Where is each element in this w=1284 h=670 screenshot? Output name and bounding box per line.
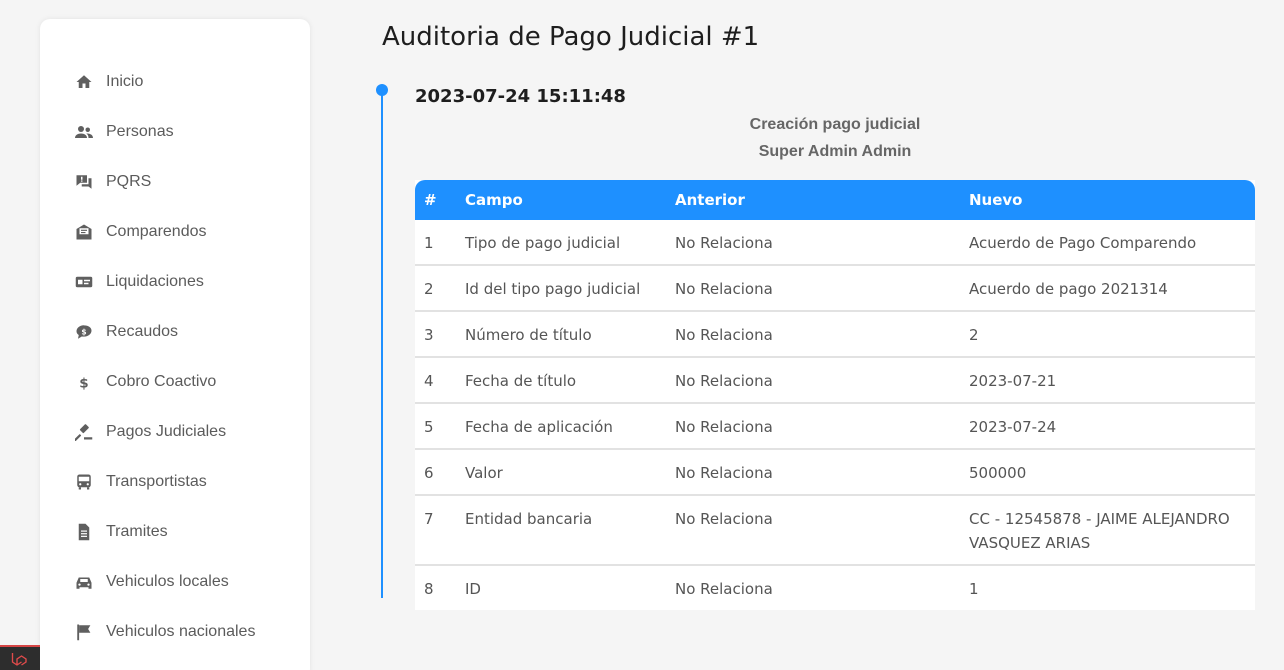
table-row: 8 ID No Relaciona 1	[415, 564, 1255, 610]
question-chat-icon	[74, 172, 94, 192]
users-icon	[74, 122, 94, 142]
sidebar-item-label: Inicio	[106, 73, 144, 90]
column-header-campo: Campo	[465, 191, 523, 209]
sidebar-item-label: Tramites	[106, 523, 168, 540]
file-icon	[74, 522, 94, 542]
cell-nuevo: Acuerdo de Pago Comparendo	[969, 234, 1197, 252]
sidebar-item-inicio[interactable]: Inicio	[74, 67, 143, 97]
flag-icon	[74, 622, 94, 642]
sidebar-item-label: Pagos Judiciales	[106, 423, 227, 440]
sidebar-item-label: Liquidaciones	[106, 273, 204, 290]
cell-campo: Id del tipo pago judicial	[456, 264, 666, 311]
sidebar-item-label: Vehiculos locales	[106, 573, 229, 590]
cell-campo: ID	[456, 564, 666, 610]
timeline-dot	[376, 84, 388, 96]
table-row: 2 Id del tipo pago judicial No Relaciona…	[415, 264, 1255, 311]
sidebar-item-label: Cobro Coactivo	[106, 373, 217, 390]
cell-anterior: No Relaciona	[666, 494, 960, 565]
cell-campo: Tipo de pago judicial	[465, 234, 621, 252]
cell-number: 7	[415, 494, 456, 565]
cell-campo: Fecha de aplicación	[456, 402, 666, 449]
cell-campo: Fecha de título	[456, 356, 666, 403]
cell-nuevo: 2023-07-24	[960, 402, 1255, 449]
bus-icon	[74, 472, 94, 492]
cell-number: 1	[424, 234, 434, 252]
cell-nuevo: Acuerdo de pago 2021314	[960, 264, 1255, 311]
cell-nuevo: 2	[960, 310, 1255, 357]
entry-datetime: 2023-07-24 15:11:48	[415, 86, 626, 107]
car-icon	[74, 572, 94, 592]
table-row: 7 Entidad bancaria No Relaciona CC - 125…	[415, 494, 1255, 565]
sidebar-item-label: Personas	[106, 123, 174, 140]
table-row: 3 Número de título No Relaciona 2	[415, 310, 1255, 357]
cell-campo: Número de título	[456, 310, 666, 357]
sidebar-item-vehiculos-locales[interactable]: Vehiculos locales	[74, 567, 229, 597]
envelope-open-icon	[74, 222, 94, 242]
sidebar-item-cobro-coactivo[interactable]: $ Cobro Coactivo	[74, 367, 216, 397]
sidebar-item-liquidaciones[interactable]: Liquidaciones	[74, 267, 204, 297]
comment-dollar-icon: $	[74, 322, 94, 342]
cell-campo: Valor	[456, 448, 666, 495]
table-row: 4 Fecha de título No Relaciona 2023-07-2…	[415, 356, 1255, 403]
sidebar-item-label: Comparendos	[106, 223, 207, 240]
audit-table: # Campo Anterior Nuevo 1 Tipo de pago ju…	[415, 180, 1255, 610]
table-row: 1 Tipo de pago judicial No Relaciona Acu…	[415, 220, 1255, 265]
sidebar-item-label: Transportistas	[106, 473, 207, 490]
cell-anterior: No Relaciona	[666, 448, 960, 495]
money-bill-icon	[74, 272, 94, 292]
cell-number: 8	[415, 564, 456, 610]
sidebar-item-pqrs[interactable]: PQRS	[74, 167, 151, 197]
cell-number: 5	[415, 402, 456, 449]
home-icon	[74, 72, 94, 92]
sidebar: Inicio Personas PQRS Comparendos Liquida…	[40, 19, 310, 670]
cell-anterior: No Relaciona	[666, 264, 960, 311]
cell-anterior: No Relaciona	[675, 234, 773, 252]
cell-number: 3	[415, 310, 456, 357]
sidebar-item-personas[interactable]: Personas	[74, 117, 174, 147]
cell-number: 6	[415, 448, 456, 495]
sidebar-item-pagos-judiciales[interactable]: Pagos Judiciales	[74, 417, 226, 447]
sidebar-item-vehiculos-nacionales[interactable]: Vehiculos nacionales	[74, 617, 255, 647]
cell-nuevo: 500000	[960, 448, 1255, 495]
svg-text:$: $	[79, 375, 88, 391]
table-row: 5 Fecha de aplicación No Relaciona 2023-…	[415, 402, 1255, 449]
sidebar-item-label: Recaudos	[106, 323, 179, 340]
page-title: Auditoria de Pago Judicial #1	[382, 22, 760, 52]
timeline-line	[381, 90, 383, 598]
cell-number: 2	[415, 264, 456, 311]
sidebar-item-tramites[interactable]: Tramites	[74, 517, 168, 547]
entry-action: Creación pago judicial	[749, 116, 921, 133]
cell-campo: Entidad bancaria	[456, 494, 666, 565]
sidebar-item-label: Vehiculos nacionales	[106, 623, 256, 640]
gavel-icon	[74, 422, 94, 442]
table-header-row: # Campo Anterior Nuevo	[415, 180, 1255, 220]
sidebar-item-recaudos[interactable]: $ Recaudos	[74, 317, 178, 347]
cell-anterior: No Relaciona	[666, 356, 960, 403]
svg-text:$: $	[81, 327, 86, 336]
cell-anterior: No Relaciona	[666, 564, 960, 610]
dollar-icon: $	[74, 372, 94, 392]
cell-anterior: No Relaciona	[666, 402, 960, 449]
sidebar-item-label: PQRS	[106, 173, 152, 190]
cell-anterior: No Relaciona	[666, 310, 960, 357]
table-row: 6 Valor No Relaciona 500000	[415, 448, 1255, 495]
cell-nuevo: 1	[960, 564, 1255, 610]
cell-nuevo: 2023-07-21	[960, 356, 1255, 403]
laravel-logo-icon[interactable]	[0, 645, 40, 670]
column-header-anterior: Anterior	[675, 191, 745, 209]
column-header-number: #	[424, 191, 437, 209]
sidebar-item-comparendos[interactable]: Comparendos	[74, 217, 207, 247]
column-header-nuevo: Nuevo	[969, 191, 1023, 209]
cell-nuevo: CC - 12545878 - JAIME ALEJANDRO VASQUEZ …	[960, 494, 1255, 565]
sidebar-item-transportistas[interactable]: Transportistas	[74, 467, 207, 497]
cell-number: 4	[415, 356, 456, 403]
entry-user: Super Admin Admin	[758, 143, 912, 160]
